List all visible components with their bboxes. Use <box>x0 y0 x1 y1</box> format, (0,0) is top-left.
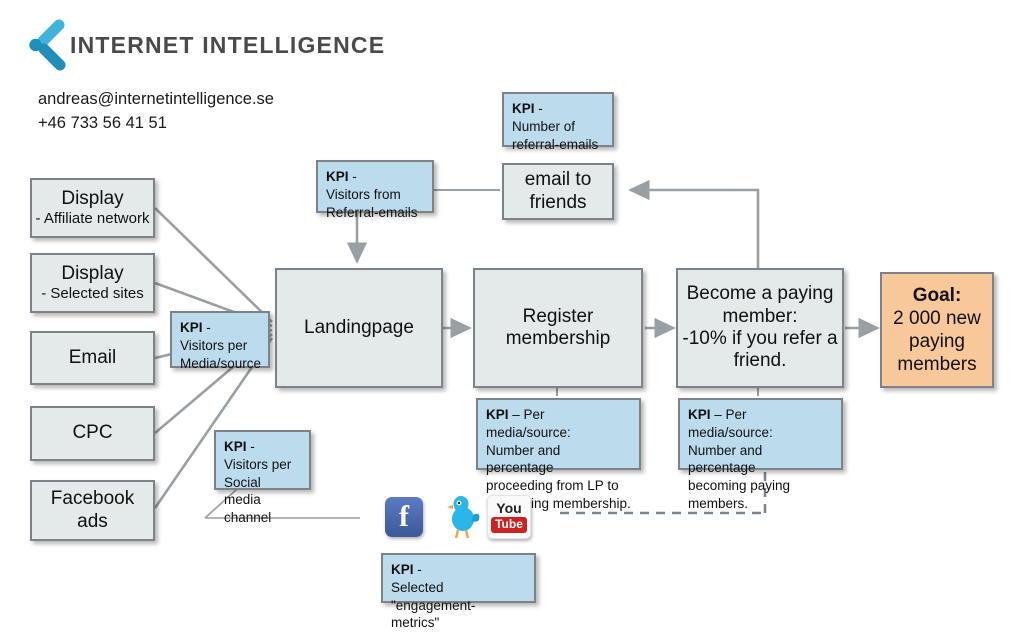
channel-title: Email <box>68 346 117 368</box>
channel-box-email[interactable]: Email <box>30 331 155 385</box>
channel-subtitle: - Selected sites <box>41 285 144 303</box>
facebook-icon[interactable]: f <box>385 497 423 537</box>
brand-title: INTERNET INTELLIGENCE <box>70 32 386 58</box>
kpi-line: Visitors per <box>180 337 248 353</box>
kpi-line: Number of <box>512 118 576 134</box>
kpi-lp-to-registration[interactable]: KPI – Per media/source: Number and perce… <box>476 398 641 511</box>
kpi-becoming-paying-members[interactable]: KPI – Per media/source: Number and perce… <box>678 398 843 511</box>
kpi-visitors-per-media-source[interactable]: KPI - Visitors per Media/source <box>170 311 270 371</box>
process-box-register-membership[interactable]: Register membership <box>473 268 643 388</box>
contact-phone: +46 733 56 41 51 <box>38 113 167 132</box>
youtube-tube-text: Tube <box>491 517 527 533</box>
internet-intelligence-logo-icon <box>29 19 66 71</box>
kpi-heading: KPI - <box>180 319 211 337</box>
process-box-landingpage[interactable]: Landingpage <box>275 268 443 388</box>
kpi-dash: - <box>538 101 543 116</box>
kpi-dash: - <box>250 439 255 454</box>
goal-line: 2 000 new <box>893 307 981 329</box>
kpi-dash: - <box>417 562 422 577</box>
channel-title: Display <box>61 187 124 209</box>
kpi-heading: KPI - <box>391 561 422 579</box>
kpi-line: Media/source <box>180 355 262 371</box>
channel-subtitle: - Affiliate network <box>35 210 150 228</box>
kpi-heading: KPI - <box>512 100 543 118</box>
kpi-line: Visitors from <box>326 186 401 202</box>
kpi-line: Number and percentage <box>688 442 763 476</box>
goal-line: paying <box>909 331 965 352</box>
kpi-line: members. <box>688 496 749 512</box>
kpi-heading: KPI – Per media/source: <box>688 406 833 442</box>
kpi-dash: - <box>352 169 357 184</box>
kpi-label: KPI <box>391 562 414 577</box>
kpi-line: referral-emails <box>512 136 599 152</box>
process-line: friends <box>529 191 587 213</box>
process-line: Landingpage <box>304 316 414 338</box>
kpi-visitors-from-referral-emails[interactable]: KPI - Visitors from Referral-emails <box>316 160 434 220</box>
goal-title: Goal: <box>912 284 962 306</box>
channel-title: Facebook <box>50 488 135 510</box>
kpi-heading: KPI - <box>326 168 357 186</box>
channel-title: CPC <box>72 422 113 444</box>
kpi-label: KPI <box>688 407 711 422</box>
kpi-line: becoming paying <box>688 478 791 494</box>
goal-box[interactable]: Goal: 2 000 new paying members <box>880 272 994 388</box>
process-line: member: <box>722 305 798 327</box>
goal-line: members <box>897 354 977 376</box>
channel-box-display-affiliate[interactable]: Display - Affiliate network <box>30 178 155 238</box>
kpi-line: proceeding from LP to <box>486 478 619 494</box>
contact-email: andreas@internetintelligence.se <box>38 90 274 108</box>
contact-block: andreas@internetintelligence.se +46 733 … <box>38 88 274 136</box>
kpi-line: Number and percentage <box>486 442 561 476</box>
kpi-heading: KPI – Per media/source: <box>486 406 631 442</box>
kpi-engagement-metrics[interactable]: KPI - Selected "engagement- metrics" <box>381 553 536 630</box>
kpi-line: Selected "engagement- <box>391 579 476 613</box>
process-line: Register <box>522 305 594 327</box>
kpi-dash: - <box>206 320 211 335</box>
kpi-label: KPI <box>224 439 247 454</box>
kpi-heading: KPI - <box>224 438 255 456</box>
diagram-canvas: INTERNET INTELLIGENCE andreas@internetin… <box>0 0 1024 641</box>
process-box-email-to-friends[interactable]: email to friends <box>502 163 614 220</box>
kpi-label: KPI <box>512 101 535 116</box>
channel-box-facebook-ads[interactable]: Facebook ads <box>30 480 155 541</box>
twitter-icon[interactable] <box>442 493 482 539</box>
process-line: email to <box>524 169 592 191</box>
kpi-line: Social media <box>224 474 261 508</box>
facebook-letter: f <box>399 500 409 533</box>
kpi-line: Referral-emails <box>326 204 418 220</box>
kpi-label: KPI <box>486 407 509 422</box>
channel-subtitle: ads <box>77 510 108 532</box>
process-line: friend. <box>733 350 787 372</box>
kpi-label: KPI <box>180 320 203 335</box>
youtube-you-text: You <box>496 500 522 517</box>
process-line: -10% if you refer a <box>682 328 838 349</box>
kpi-number-of-referral-emails[interactable]: KPI - Number of referral-emails <box>502 92 614 152</box>
channel-box-display-selected[interactable]: Display - Selected sites <box>30 253 155 313</box>
kpi-line: Visitors per <box>224 456 292 472</box>
process-line: membership <box>505 328 611 349</box>
process-line: Become a paying <box>686 283 834 305</box>
channel-box-cpc[interactable]: CPC <box>30 406 155 461</box>
channel-title: Display <box>61 262 124 284</box>
kpi-line: metrics" <box>391 615 440 631</box>
kpi-line: channel <box>224 510 272 526</box>
kpi-visitors-per-social-channel[interactable]: KPI - Visitors per Social media channel <box>214 430 311 525</box>
youtube-icon[interactable]: You Tube <box>487 495 531 539</box>
kpi-label: KPI <box>326 169 349 184</box>
process-box-become-paying-member[interactable]: Become a paying member: -10% if you refe… <box>676 268 844 388</box>
